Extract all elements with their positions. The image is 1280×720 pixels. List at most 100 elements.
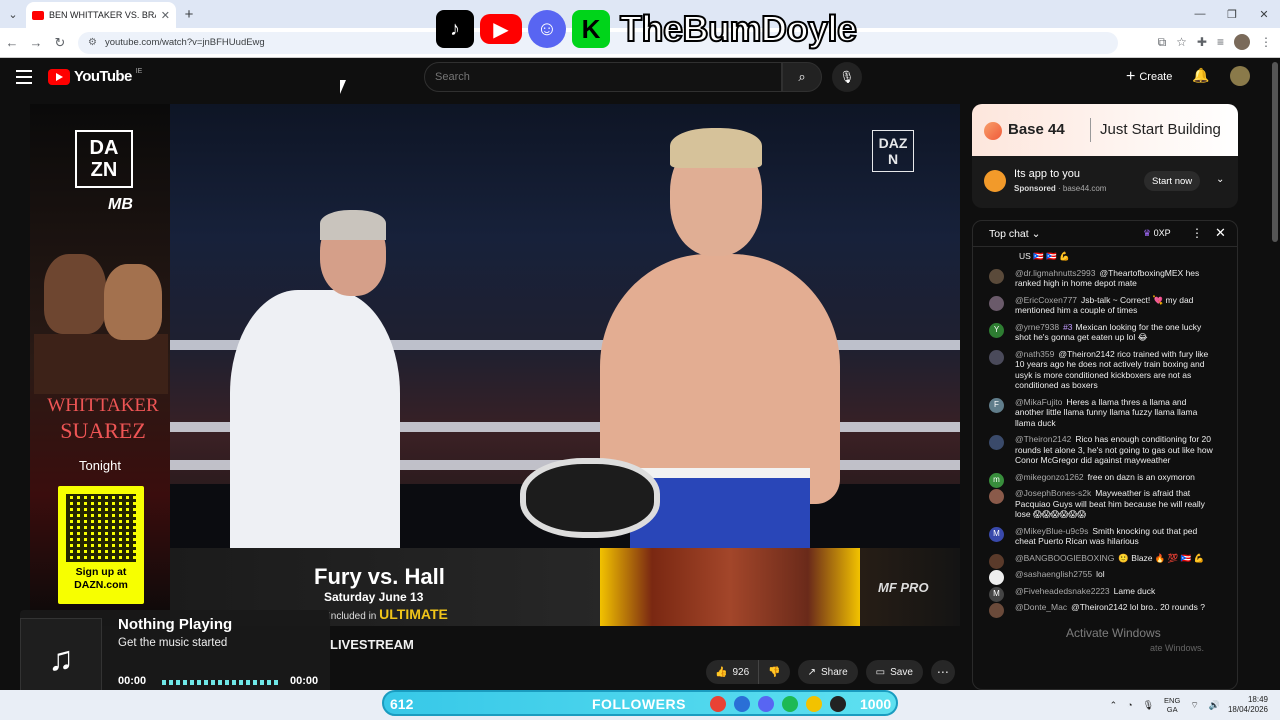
bookmark-star-icon[interactable]: ☆	[1176, 35, 1187, 49]
install-icon[interactable]: ⧉	[1158, 35, 1167, 50]
chat-mode-dropdown[interactable]: Top chat ⌄	[989, 228, 1040, 240]
mf-pro-logo: MF PRO	[878, 580, 929, 595]
chat-author[interactable]: @yrne7938	[1015, 322, 1059, 332]
chat-message[interactable]: @Theiron2142 Rico has enough conditioning…	[973, 432, 1237, 470]
forward-icon[interactable]: →	[24, 35, 48, 50]
chat-avatar[interactable]	[989, 349, 1004, 365]
qr-signup[interactable]: Sign up at DAZN.com	[58, 486, 144, 604]
chat-author[interactable]: @EricCoxen777	[1015, 295, 1077, 305]
chevron-up-icon[interactable]: ⌃	[1110, 700, 1118, 711]
spotify-icon[interactable]	[782, 696, 798, 712]
video-player[interactable]: DAZN MB WHITTAKER SUAREZ Tonight Sign up…	[30, 104, 960, 626]
chat-avatar[interactable]: Y	[989, 322, 1004, 338]
language-indicator[interactable]: ENG GA	[1164, 696, 1180, 714]
chat-author[interactable]: @sashaenglish2755	[1015, 569, 1092, 579]
fighters-image	[34, 244, 168, 394]
search-input[interactable]	[435, 71, 781, 83]
search-icon[interactable]: ⌕	[782, 62, 822, 92]
chat-message[interactable]: m @mikegonzo1262 free on dazn is an oxymor…	[973, 470, 1237, 488]
tab-list-button[interactable]: ⌄	[0, 0, 26, 28]
wifi-icon[interactable]: ⌔	[1190, 700, 1198, 711]
video-actions: 👍 926 👎 ↗ Share ▭ Save ⋯	[706, 660, 955, 684]
close-icon[interactable]: ✕	[1215, 225, 1226, 241]
chat-author[interactable]: @MikaFujito	[1015, 397, 1062, 407]
network-icon[interactable]: ◔	[1127, 700, 1132, 710]
notifications-bell-icon[interactable]: 🔔	[1192, 67, 1209, 84]
close-tab-icon[interactable]: ✕	[161, 9, 170, 22]
mouse-cursor-icon	[340, 80, 350, 94]
browser-menu-icon[interactable]: ⋮	[1260, 35, 1272, 49]
chrome-icon[interactable]	[710, 696, 726, 712]
dazn-side-ad[interactable]: DAZN MB WHITTAKER SUAREZ Tonight Sign up…	[30, 104, 170, 626]
chat-author[interactable]: @Fiveheadedsnake2223	[1015, 586, 1110, 596]
dislike-button[interactable]: 👎	[758, 660, 789, 684]
chat-menu-icon[interactable]: ⋮	[1191, 226, 1203, 240]
start-now-button[interactable]: Start now	[1144, 171, 1201, 191]
back-icon[interactable]: ←	[0, 35, 24, 50]
chat-message[interactable]: @EricCoxen777 Jsb-talk ~ Correct! 💘 my da…	[973, 293, 1237, 320]
chat-avatar[interactable]: F	[989, 397, 1004, 413]
xp-badge[interactable]: ♛ 0XP	[1143, 228, 1171, 239]
reload-icon[interactable]: ↻	[48, 35, 72, 51]
chat-avatar[interactable]	[989, 295, 1004, 311]
user-avatar[interactable]	[1230, 66, 1250, 86]
sponsored-ad[interactable]: Base 44 Just Start Building Its app to y…	[972, 104, 1238, 208]
chat-message[interactable]: M @MikeyBlue-u9c9s Smith knocking out that…	[973, 524, 1237, 551]
chat-message[interactable]: @JosephBones-s2k Mayweather is afraid tha…	[973, 486, 1237, 524]
close-window-icon[interactable]: ✕	[1248, 0, 1280, 28]
chat-message[interactable]: @dr.ligmahnutts2993 @TheartofboxingMEX he…	[973, 266, 1237, 293]
more-options-icon[interactable]: ⋯	[930, 660, 955, 684]
chat-messages[interactable]: US 🇵🇷 🇵🇷 💪 @dr.ligmahnutts2993 @Theartofbo…	[973, 249, 1237, 689]
chat-message[interactable]: US 🇵🇷 🇵🇷 💪	[973, 249, 1237, 266]
chat-message[interactable]: M @Fiveheadedsnake2223 Lame duck	[973, 584, 1237, 602]
mic-icon[interactable]: 🎙	[832, 62, 862, 92]
media-icon[interactable]: ≡	[1217, 35, 1224, 49]
chat-author[interactable]: @MikeyBlue-u9c9s	[1015, 526, 1088, 536]
page-scrollbar[interactable]	[1272, 62, 1278, 242]
chat-author[interactable]: @mikegonzo1262	[1015, 472, 1084, 482]
browser-tab[interactable]: BEN WHITTAKER VS. BRAIAN S ✕	[26, 2, 176, 28]
chat-author[interactable]: @Donte_Mac	[1015, 602, 1067, 612]
chat-message[interactable]: Y @yrne7938 #3 Mexican looking for the one …	[973, 320, 1237, 347]
chat-message[interactable]: @sashaenglish2755 lol	[973, 567, 1237, 585]
chat-avatar[interactable]: M	[989, 526, 1004, 542]
chat-author[interactable]: @nath359	[1015, 349, 1054, 359]
extensions-icon[interactable]: ✚	[1197, 35, 1207, 49]
chat-author[interactable]: @Theiron2142	[1015, 434, 1071, 444]
chat-message[interactable]: F @MikaFujito Heres a llama thres a llama …	[973, 395, 1237, 433]
new-tab-button[interactable]: +	[176, 6, 202, 23]
video-frame[interactable]: DAZN	[170, 104, 960, 548]
chat-message[interactable]: @Donte_Mac @Theiron2142 lol bro.. 20 roun…	[973, 600, 1237, 618]
menu-icon[interactable]	[16, 70, 32, 84]
youtube-logo[interactable]: YouTube IE	[48, 68, 142, 85]
app-icon[interactable]	[806, 696, 822, 712]
chat-author[interactable]: @dr.ligmahnutts2993	[1015, 268, 1095, 278]
chat-avatar[interactable]	[989, 435, 1004, 450]
share-button[interactable]: ↗ Share	[797, 660, 858, 684]
chat-avatar[interactable]	[989, 603, 1004, 618]
create-button[interactable]: + Create	[1120, 64, 1178, 90]
chat-avatar[interactable]	[989, 489, 1004, 504]
youtube-favicon-icon	[32, 10, 44, 20]
outlook-icon[interactable]	[734, 696, 750, 712]
obs-icon[interactable]	[830, 696, 846, 712]
taskbar-clock[interactable]: 18:49 18/04/2026	[1228, 695, 1268, 715]
discord-taskbar-icon[interactable]	[758, 696, 774, 712]
chat-text: Lame duck	[1113, 585, 1156, 596]
chat-author[interactable]: @BANGBOOGIEBOXING	[1015, 553, 1114, 563]
ad-banner[interactable]: Base 44 Just Start Building	[972, 104, 1238, 156]
mic-tray-icon[interactable]: 🎙	[1143, 700, 1154, 711]
minimize-icon[interactable]: —	[1184, 0, 1216, 28]
site-info-icon[interactable]: ⚙	[88, 37, 97, 48]
chat-message[interactable]: @nath359 @Theiron2142 rico trained with f…	[973, 347, 1237, 395]
volume-icon[interactable]: 🔊	[1209, 700, 1220, 711]
profile-avatar[interactable]	[1234, 34, 1250, 50]
chat-avatar[interactable]	[989, 268, 1004, 284]
chat-message[interactable]: @BANGBOOGIEBOXING 🙂 Blaze 🔥 💯 🇵🇷 💪	[973, 551, 1237, 569]
save-button[interactable]: ▭ Save	[865, 660, 923, 684]
chat-author[interactable]: @JosephBones-s2k	[1015, 488, 1091, 498]
like-button[interactable]: 👍 926	[706, 660, 758, 684]
chevron-down-icon[interactable]: ⌄	[1216, 174, 1224, 185]
matchroom-logo: MB	[108, 196, 133, 213]
restore-icon[interactable]: ❐	[1216, 0, 1248, 28]
